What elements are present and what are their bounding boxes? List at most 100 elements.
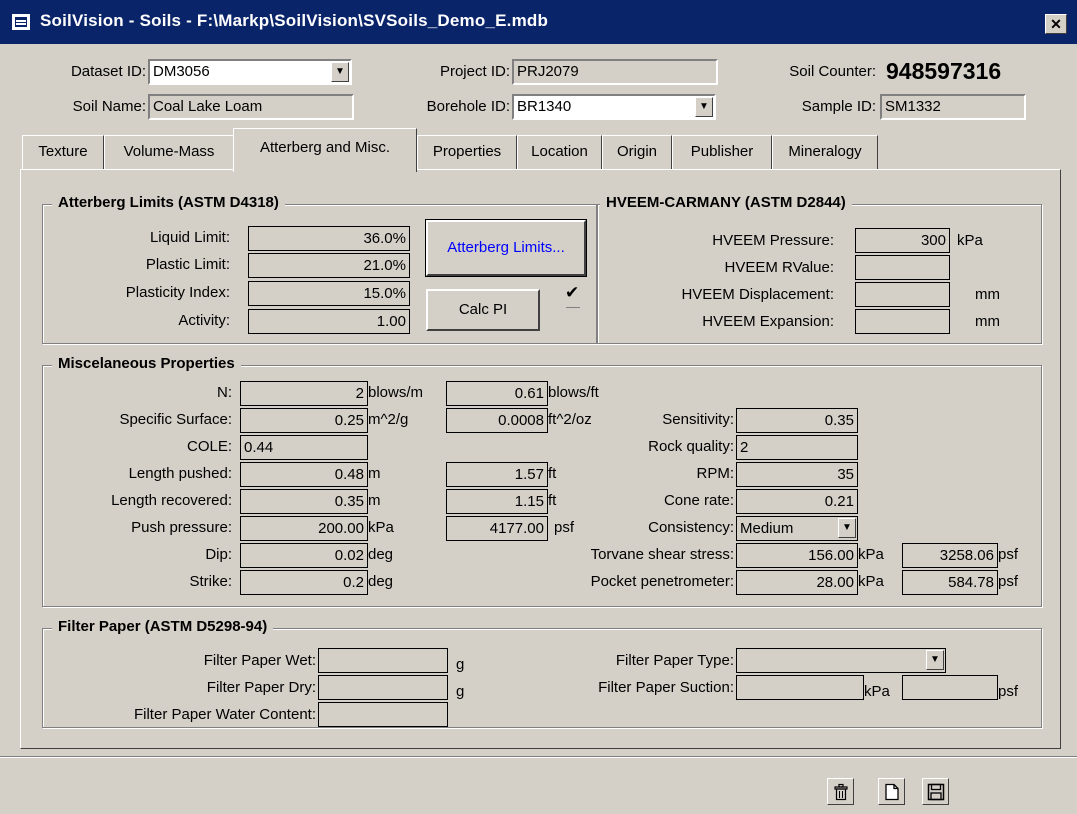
form-icon[interactable] [12,14,30,30]
sensitivity-label: Sensitivity: [662,411,734,428]
calc-pi-button[interactable]: Calc PI [426,289,540,331]
filter-wet-unit: g [456,656,465,673]
length-pushed-field[interactable]: 0.48 [240,462,368,487]
filter-water-content-field[interactable] [318,702,448,727]
rpm-field[interactable]: 35 [736,462,858,487]
filter-suction-field[interactable] [736,675,864,700]
activity-field[interactable]: 1.00 [248,309,410,334]
chevron-down-icon[interactable]: ▼ [695,97,713,117]
chevron-down-icon[interactable]: ▼ [838,518,856,538]
counter-label: Soil Counter: [789,63,876,80]
hveem-expansion-unit: mm [975,313,1000,330]
rpm-label: RPM: [696,465,735,482]
torvane-field[interactable]: 156.00 [736,543,858,568]
filter-dry-field[interactable] [318,675,448,700]
tab-origin[interactable]: Origin [602,135,672,169]
dataset-select[interactable]: DM3056 ▼ [148,59,352,85]
divider [0,756,1077,758]
tab-location[interactable]: Location [517,135,602,169]
divider [566,307,580,308]
specific-surface-label: Specific Surface: [119,411,232,428]
filter-suction-unit: kPa [864,683,890,700]
length-recovered-unit: m [368,492,381,509]
consistency-label: Consistency: [648,519,734,536]
filter-wet-field[interactable] [318,648,448,673]
filter-type-select[interactable]: ▼ [736,648,946,673]
length-pushed-field-ft[interactable]: 1.57 [446,462,548,487]
tab-mineralogy[interactable]: Mineralogy [772,135,878,169]
atterberg-title: Atterberg Limits (ASTM D4318) [52,194,285,211]
atterberg-limits-button[interactable]: Atterberg Limits... [425,219,587,277]
filter-suction-label: Filter Paper Suction: [598,679,734,696]
consistency-value: Medium [740,520,794,537]
project-field[interactable]: PRJ2079 [512,59,718,85]
n-label: N: [217,384,232,401]
window-title: SoilVision - Soils - F:\Markp\SoilVision… [40,11,549,30]
filter-suction-field-psf[interactable] [902,675,998,700]
rock-quality-field[interactable]: 2 [736,435,858,460]
soilname-field[interactable]: Coal Lake Loam [148,94,354,120]
filter-title: Filter Paper (ASTM D5298-94) [52,618,274,635]
chevron-down-icon[interactable]: ▼ [331,62,349,82]
borehole-label: Borehole ID: [426,98,510,115]
pocket-penetrometer-unit-psf: psf [998,573,1019,590]
hveem-expansion-field[interactable] [855,309,950,334]
hveem-displacement-field[interactable] [855,282,950,307]
sample-field[interactable]: SM1332 [880,94,1026,120]
dip-field[interactable]: 0.02 [240,543,368,568]
cole-field[interactable]: 0.44 [240,435,368,460]
sensitivity-field[interactable]: 0.35 [736,408,858,433]
length-recovered-field[interactable]: 0.35 [240,489,368,514]
filter-dry-label: Filter Paper Dry: [206,679,316,696]
push-pressure-label: Push pressure: [131,519,232,536]
specific-surface-field-ft[interactable]: 0.0008 [446,408,548,433]
n-unit-ft: blows/ft [548,384,599,401]
new-document-icon [885,783,899,801]
filter-type-label: Filter Paper Type: [615,652,734,669]
pocket-penetrometer-unit: kPa [858,573,884,590]
hveem-pressure-field[interactable]: 300 [855,228,950,253]
save-button[interactable] [922,778,949,805]
n-field-ft[interactable]: 0.61 [446,381,548,406]
tab-publisher[interactable]: Publisher [672,135,772,169]
close-button[interactable]: ✕ [1045,14,1067,34]
push-pressure-field[interactable]: 200.00 [240,516,368,541]
dataset-value: DM3056 [153,63,210,80]
dip-unit: deg [368,546,394,563]
plasticity-index-field[interactable]: 15.0% [248,281,410,306]
consistency-select[interactable]: Medium ▼ [736,516,858,541]
pocket-penetrometer-field[interactable]: 28.00 [736,570,858,595]
torvane-label: Torvane shear stress: [590,546,734,563]
borehole-select[interactable]: BR1340 ▼ [512,94,716,120]
checkmark-icon[interactable]: ✔ [565,283,579,303]
chevron-down-icon[interactable]: ▼ [926,650,944,670]
hveem-pressure-unit: kPa [957,232,983,249]
length-recovered-field-ft[interactable]: 1.15 [446,489,548,514]
pocket-penetrometer-label: Pocket penetrometer: [590,573,734,590]
filter-wet-label: Filter Paper Wet: [203,652,316,669]
tab-properties[interactable]: Properties [417,135,517,169]
dataset-label: Dataset ID: [70,63,146,80]
delete-button[interactable] [827,778,854,805]
torvane-field-psf[interactable]: 3258.06 [902,543,998,568]
specific-surface-field[interactable]: 0.25 [240,408,368,433]
hveem-title: HVEEM-CARMANY (ASTM D2844) [600,194,852,211]
tab-atterberg[interactable]: Atterberg and Misc. [233,128,417,172]
hveem-rvalue-field[interactable] [855,255,950,280]
tab-texture[interactable]: Texture [22,135,104,169]
new-record-button[interactable] [878,778,905,805]
n-field[interactable]: 2 [240,381,368,406]
misc-title: Miscelaneous Properties [52,355,241,372]
push-pressure-field-psf[interactable]: 4177.00 [446,516,548,541]
soilname-label: Soil Name: [72,98,146,115]
hveem-expansion-label: HVEEM Expansion: [702,313,834,330]
torvane-unit: kPa [858,546,884,563]
save-icon [927,783,945,801]
cone-rate-field[interactable]: 0.21 [736,489,858,514]
strike-field[interactable]: 0.2 [240,570,368,595]
tab-volume-mass[interactable]: Volume-Mass [104,135,234,169]
pocket-penetrometer-field-psf[interactable]: 584.78 [902,570,998,595]
length-recovered-label: Length recovered: [111,492,232,509]
plastic-limit-field[interactable]: 21.0% [248,253,410,278]
liquid-limit-field[interactable]: 36.0% [248,226,410,251]
